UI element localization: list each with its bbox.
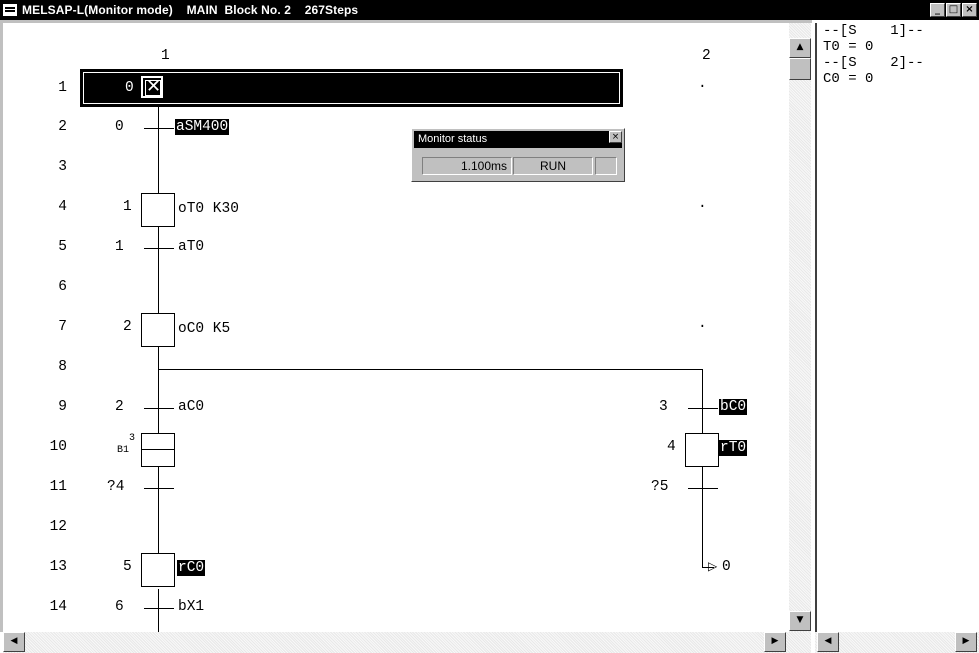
monitor-line: T0 = 0 [823,39,874,55]
step-dot: · [698,319,707,335]
initial-step-number: 0 [125,80,134,96]
sfc-link [702,369,703,433]
column-header-2: 2 [702,48,711,64]
transition-bar[interactable] [144,408,174,409]
transition-number: 1 [115,239,124,255]
transition-bar[interactable] [688,408,718,409]
jump-transition-label: ?4 [107,479,125,495]
step-box[interactable] [141,193,175,227]
jump-transition-label: ?5 [651,479,669,495]
initial-step-icon[interactable]: ✕ [141,76,163,98]
row-number: 9 [58,399,67,415]
right-horizontal-scrollbar[interactable]: ◀ ▶ [815,632,979,653]
transition-bar[interactable] [144,248,174,249]
step-box[interactable] [141,313,175,347]
block-step-number: 3 [129,433,136,444]
step-number: 1 [123,199,132,215]
right-scroll-right-button[interactable]: ▶ [955,632,977,652]
cpu-state-value: RUN [513,157,593,175]
scan-time-value: 1.100ms [422,157,512,175]
block-start-step[interactable] [141,433,175,467]
row-number: 1 [58,80,67,96]
step-operation[interactable]: rC0 [177,560,206,576]
row-number: 11 [49,479,67,495]
transition-number: 2 [115,399,124,415]
vertical-scrollbar[interactable]: ▲ ▼ [789,23,811,632]
title-bar: MELSAP-L(Monitor mode) MAIN Block No. 2 … [0,0,979,20]
monitor-extra-cell [595,157,617,175]
transition-condition[interactable]: aSM400 [175,119,230,135]
block-number-label: B1 [117,445,130,456]
monitor-status-title[interactable]: Monitor status [414,131,622,148]
maximize-button[interactable]: □ [946,3,961,17]
step-box[interactable] [141,553,175,587]
row-number: 2 [58,119,67,135]
window-title: MELSAP-L(Monitor mode) MAIN Block No. 2 … [22,3,359,17]
sfc-link [158,347,159,433]
monitor-line: --[S 1]-- [823,23,924,39]
scroll-left-button[interactable]: ◀ [3,632,25,652]
right-scroll-left-button[interactable]: ◀ [817,632,839,652]
row-number: 13 [49,559,67,575]
transition-number: 0 [115,119,124,135]
monitor-close-button[interactable]: × [609,131,622,143]
scroll-up-button[interactable]: ▲ [789,38,811,58]
monitor-line: --[S 2]-- [823,55,924,71]
sfc-link [158,467,159,555]
row-number: 5 [58,239,67,255]
sfc-link [158,227,159,313]
branch-line [158,369,703,370]
scroll-down-button[interactable]: ▼ [789,611,811,631]
row-number: 12 [49,519,67,535]
row-number: 14 [49,599,67,615]
transition-bar[interactable] [144,488,174,489]
transition-condition[interactable]: bC0 [719,399,748,415]
close-button[interactable]: × [962,3,977,17]
horizontal-scrollbar[interactable]: ◀ ▶ [3,632,811,653]
step-number: 5 [123,559,132,575]
step-operation[interactable]: rT0 [719,440,748,456]
transition-condition[interactable]: aT0 [178,239,204,255]
window-controls: _ □ × [929,3,977,17]
jump-target[interactable]: 0 [722,559,731,575]
column-header-1: 1 [161,48,170,64]
step-box[interactable] [685,433,719,467]
sfc-link [158,589,159,635]
row-number: 3 [58,159,67,175]
transition-condition[interactable]: bX1 [178,599,204,615]
step-operation[interactable]: oT0 K30 [178,201,239,217]
transition-condition[interactable]: aC0 [178,399,204,415]
transition-number: 3 [659,399,668,415]
monitor-status-window[interactable]: Monitor status × 1.100ms RUN [411,128,625,182]
transition-number: 6 [115,599,124,615]
step-dot: · [698,199,707,215]
transition-bar[interactable] [144,608,174,609]
sfc-diagram-pane[interactable]: 1 2 1 2 3 4 5 6 7 8 9 10 11 12 13 14 0 ✕… [0,20,812,635]
jump-arrow-icon: ▷ [708,559,718,573]
row-number: 7 [58,319,67,335]
row-number: 4 [58,199,67,215]
row-number: 10 [49,439,67,455]
row-number: 6 [58,279,67,295]
step-operation[interactable]: oC0 K5 [178,321,230,337]
vertical-scroll-thumb[interactable] [789,58,811,80]
row-number: 8 [58,359,67,375]
monitor-line: C0 = 0 [823,71,874,87]
step-dot: · [698,79,707,95]
device-monitor-pane[interactable]: --[S 1]-- T0 = 0 --[S 2]-- C0 = 0 [815,23,979,632]
sfc-link [158,105,159,193]
sfc-link [702,467,703,567]
step-number: 4 [667,439,676,455]
minimize-button[interactable]: _ [930,3,945,17]
transition-bar[interactable] [688,488,718,489]
scroll-right-button[interactable]: ▶ [764,632,786,652]
step-number: 2 [123,319,132,335]
transition-bar[interactable] [144,128,174,129]
system-menu-icon[interactable] [3,4,17,16]
